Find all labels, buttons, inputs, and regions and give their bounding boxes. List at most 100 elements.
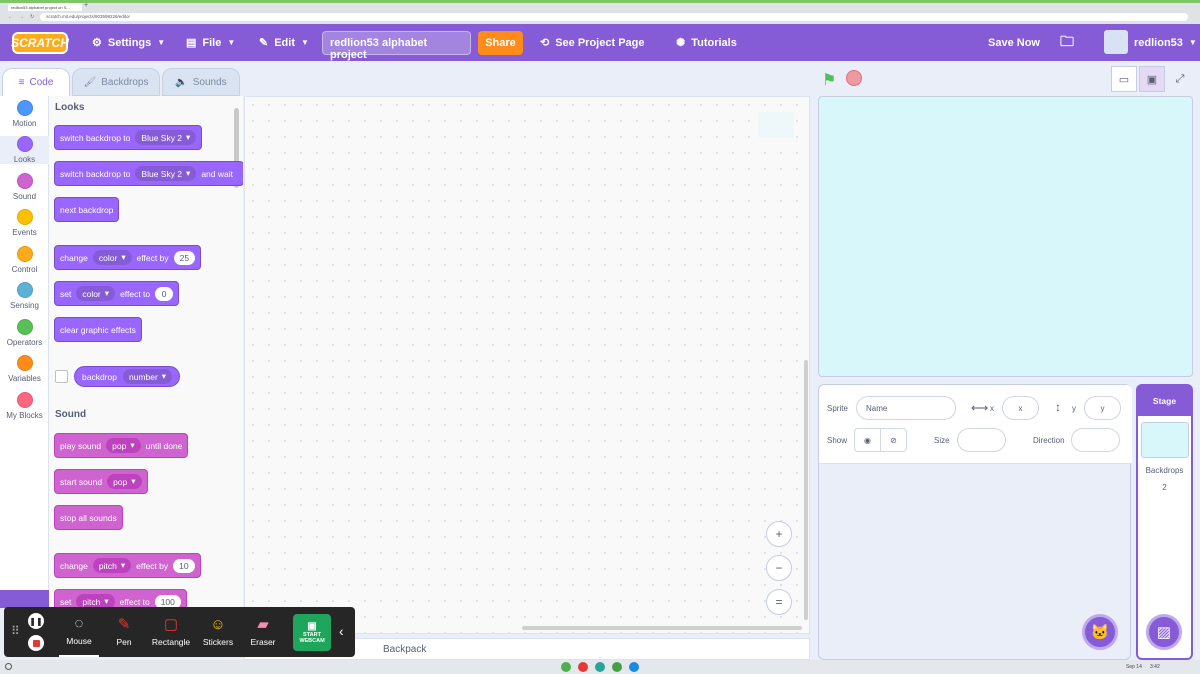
reload-icon[interactable]: ↻ [30, 14, 34, 20]
file-label: File [202, 36, 222, 49]
play-sound-until-done-block[interactable]: play sound pop ▾ until done [54, 433, 189, 458]
show-eye-icon[interactable]: ◉ [854, 428, 881, 452]
effect-dropdown[interactable]: color ▾ [92, 250, 132, 265]
stickers-tool[interactable]: ☺ Stickers [198, 607, 238, 657]
category-operators[interactable]: Operators [0, 319, 49, 347]
number-input[interactable]: 25 [173, 250, 196, 265]
change-effect-block[interactable]: change color ▾ effect by 25 [54, 245, 202, 270]
category-control[interactable]: Control [0, 246, 49, 274]
effect-dropdown[interactable]: color ▾ [76, 286, 116, 301]
scratch-logo[interactable]: SCRATCH [11, 32, 69, 54]
save-now-button[interactable]: Save Now [988, 24, 1040, 61]
fullscreen-icon[interactable]: ⤢ [1167, 66, 1193, 92]
zoom-in-button[interactable]: + [766, 521, 792, 547]
launcher-icon[interactable] [5, 663, 12, 670]
file-menu[interactable]: ▤ File ▼ [186, 24, 235, 61]
switch-backdrop-block[interactable]: switch backdrop to Blue Sky 2 ▾ [54, 125, 203, 150]
project-title-input[interactable]: redlion53 alphabet project [322, 31, 471, 61]
backdrop-dropdown[interactable]: Blue Sky 2 ▾ [135, 166, 197, 181]
y-input[interactable]: y [1084, 396, 1121, 420]
sound-dropdown[interactable]: pop ▾ [106, 438, 141, 453]
backdrop-attr-dropdown[interactable]: number ▾ [122, 369, 173, 384]
category-looks[interactable]: Looks [0, 136, 49, 164]
number-input[interactable]: 100 [154, 594, 181, 608]
stop-all-sounds-block[interactable]: stop all sounds [54, 505, 123, 530]
stage-canvas[interactable] [818, 96, 1193, 377]
app-icon[interactable] [612, 662, 622, 672]
tab-code[interactable]: ≡ Code [2, 68, 70, 96]
category-sensing[interactable]: Sensing [0, 282, 49, 310]
rectangle-tool[interactable]: ▢ Rectangle [147, 607, 195, 657]
code-workspace[interactable] [244, 96, 810, 634]
mouse-tool[interactable]: ◌ Mouse [59, 607, 99, 657]
next-backdrop-block[interactable]: next backdrop [54, 197, 120, 222]
green-flag-icon[interactable]: ⚑ [822, 70, 836, 90]
backdrop-monitor-checkbox[interactable] [55, 370, 68, 383]
normal-stage-button[interactable]: ▣ [1139, 66, 1165, 92]
hide-eye-icon[interactable]: ⊘ [880, 428, 907, 452]
add-extension-button[interactable] [0, 590, 49, 608]
app-icon[interactable] [578, 662, 588, 672]
edit-menu[interactable]: ✎ Edit ▼ [259, 24, 309, 61]
sprite-name-input[interactable]: Name [856, 396, 956, 420]
stop-icon[interactable] [846, 70, 862, 86]
sound-dropdown[interactable]: pop ▾ [107, 474, 142, 489]
eraser-tool[interactable]: ▰ Eraser [245, 607, 281, 657]
forward-icon[interactable]: → [19, 14, 24, 20]
drag-handle-icon[interactable]: ⠿ [11, 624, 20, 638]
number-input[interactable]: 10 [173, 558, 195, 573]
category-dot [16, 246, 33, 262]
pen-tool[interactable]: ✎ Pen [107, 607, 141, 657]
tutorials-button[interactable]: ✺ Tutorials [676, 24, 737, 61]
category-events[interactable]: Events [0, 209, 49, 237]
pause-icon[interactable]: ❚❚ [28, 613, 44, 629]
set-effect-block[interactable]: set color ▾ effect to 0 [54, 281, 180, 306]
chrome-icon[interactable] [561, 662, 571, 672]
pitch-dropdown[interactable]: pitch ▾ [76, 594, 115, 608]
clear-graphic-effects-block[interactable]: clear graphic effects [54, 317, 142, 342]
category-variables[interactable]: Variables [0, 355, 49, 383]
back-icon[interactable]: ← [8, 14, 13, 20]
sprite-pane: Sprite Name ⟷ x x ↕ y y Show ◉ ⊘ Size Di… [818, 384, 1132, 660]
category-label: My Blocks [6, 411, 43, 420]
category-my-blocks[interactable]: My Blocks [0, 392, 49, 420]
change-pitch-effect-block[interactable]: change pitch ▾ effect by 10 [54, 553, 201, 578]
set-pitch-effect-block[interactable]: set pitch ▾ effect to 100 [54, 589, 187, 608]
app-icon[interactable] [629, 662, 639, 672]
workspace-hscrollbar[interactable] [522, 626, 802, 630]
browser-tab[interactable]: redlion53 alphabet project on S... [8, 3, 82, 11]
avatar[interactable] [1104, 30, 1128, 54]
address-bar[interactable]: scratch.mit.edu/projects/903598226/edito… [40, 13, 1188, 21]
category-motion[interactable]: Motion [0, 100, 49, 128]
stop-record-icon[interactable] [28, 635, 44, 651]
workspace-vscrollbar[interactable] [804, 360, 808, 620]
start-sound-block[interactable]: start sound pop ▾ [54, 469, 148, 494]
account-menu[interactable]: redlion53 ▼ [1134, 24, 1197, 61]
folder-icon[interactable]: 🗀 [1060, 24, 1074, 61]
x-input[interactable]: x [1002, 396, 1039, 420]
share-button[interactable]: Share [478, 31, 523, 55]
backdrop-reporter-block[interactable]: backdrop number ▾ [74, 366, 181, 387]
size-input[interactable] [957, 428, 1006, 452]
code-icon: ≡ [18, 77, 25, 88]
zoom-out-button[interactable]: − [766, 555, 792, 581]
new-tab-icon[interactable]: + [84, 2, 88, 9]
pitch-dropdown[interactable]: pitch ▾ [92, 558, 132, 573]
caret-down-icon: ▾ [131, 476, 136, 486]
zoom-reset-button[interactable]: = [766, 589, 792, 615]
switch-backdrop-and-wait-block[interactable]: switch backdrop to Blue Sky 2 ▾ and wait [54, 161, 243, 186]
number-input[interactable]: 0 [155, 286, 174, 301]
add-sprite-cat-icon[interactable]: 🐱 [1082, 614, 1118, 650]
tab-sounds[interactable]: 🔈 Sounds [162, 68, 240, 96]
see-project-page-button[interactable]: ⟲ See Project Page [540, 24, 645, 61]
start-webcam-button[interactable]: ▣ START WEBCAM [293, 614, 331, 651]
collapse-chevron-icon[interactable]: ‹ [339, 623, 344, 639]
category-sound[interactable]: Sound [0, 173, 49, 201]
tab-backdrops[interactable]: 🖌 Backdrops [72, 68, 160, 96]
app-icon[interactable] [595, 662, 605, 672]
small-stage-button[interactable]: ▭ [1111, 66, 1137, 92]
add-backdrop-icon[interactable]: ▨ [1146, 614, 1182, 650]
settings-menu[interactable]: ⚙ Settings ▼ [92, 24, 165, 61]
backdrop-dropdown[interactable]: Blue Sky 2 ▾ [135, 130, 197, 145]
direction-input[interactable] [1071, 428, 1120, 452]
